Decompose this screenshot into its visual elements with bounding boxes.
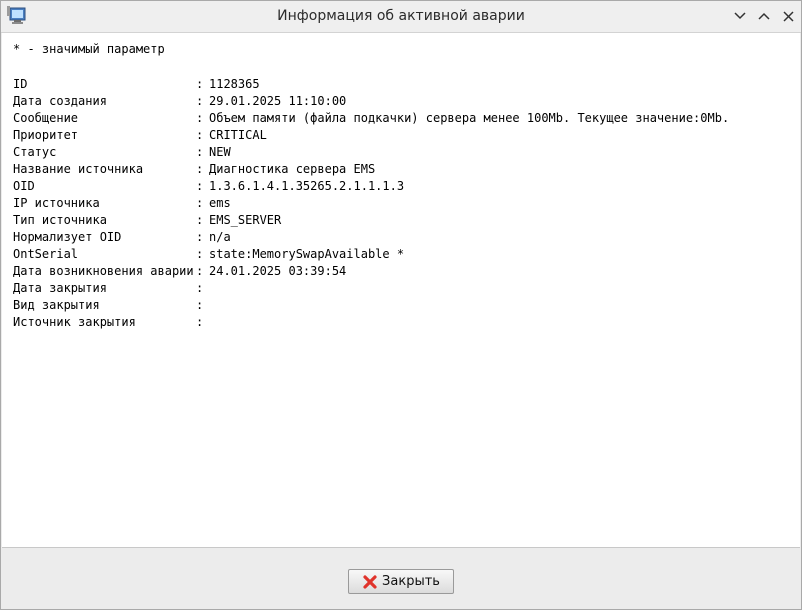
close-icon <box>782 10 794 22</box>
field-row: Статус: NEW <box>13 144 729 161</box>
field-label: Сообщение <box>13 111 79 125</box>
field-label: Источник закрытия <box>13 315 136 329</box>
field-separator: : <box>196 179 204 193</box>
field-value: state:MemorySwapAvailable * <box>209 247 405 261</box>
field-separator: : <box>196 213 204 227</box>
field-value: 1128365 <box>209 77 260 91</box>
field-separator: : <box>196 145 204 159</box>
alarm-info-dialog: Информация об активной аварии * - значим… <box>0 0 802 610</box>
field-label: Название источника <box>13 162 144 176</box>
field-row: Тип источника: EMS_SERVER <box>13 212 729 229</box>
field-separator: : <box>196 298 204 312</box>
field-value: EMS_SERVER <box>209 213 282 227</box>
dialog-footer: Закрыть <box>2 548 800 609</box>
field-value: NEW <box>209 145 231 159</box>
maximize-button[interactable] <box>754 6 774 26</box>
field-separator: : <box>196 77 204 91</box>
field-separator: : <box>196 196 204 210</box>
red-x-icon <box>363 574 377 589</box>
field-value: 24.01.2025 03:39:54 <box>209 264 347 278</box>
field-row: IP источника: ems <box>13 195 729 212</box>
close-button[interactable]: Закрыть <box>348 569 454 594</box>
field-value: Диагностика сервера EMS <box>209 162 376 176</box>
field-separator: : <box>196 111 204 125</box>
chevron-up-icon <box>758 12 770 20</box>
field-value: 1.3.6.1.4.1.35265.2.1.1.1.3 <box>209 179 405 193</box>
field-separator: : <box>196 281 204 295</box>
window-title: Информация об активной аварии <box>277 8 525 24</box>
field-label: Дата закрытия <box>13 281 107 295</box>
field-row: OntSerial: state:MemorySwapAvailable * <box>13 246 729 263</box>
field-row: Название источника: Диагностика сервера E… <box>13 161 729 178</box>
field-label: IP источника <box>13 196 100 210</box>
field-separator: : <box>196 315 204 329</box>
field-separator: : <box>196 230 204 244</box>
field-label: Статус <box>13 145 57 159</box>
minimize-button[interactable] <box>730 6 750 26</box>
field-row: Приоритет: CRITICAL <box>13 127 729 144</box>
close-window-button[interactable] <box>778 6 798 26</box>
alarm-details-panel: * - значимый параметр ID:1128365 Дата соз… <box>2 33 800 548</box>
field-row: Вид закрытия: <box>13 297 729 314</box>
chevron-down-icon <box>734 12 746 20</box>
field-label: Нормализует OID <box>13 230 122 244</box>
field-label: OID <box>13 179 35 193</box>
field-separator: : <box>196 128 204 142</box>
field-row: Дата создания:29.01.2025 11:10:00 <box>13 93 729 110</box>
field-row: Дата возникновения аварии:24.01.2025 03:… <box>13 263 729 280</box>
field-row: Нормализует OID: n/a <box>13 229 729 246</box>
significant-param-note: * - значимый параметр <box>13 42 165 56</box>
field-label: ID <box>13 77 28 91</box>
field-value: Объем памяти (файла подкачки) сервера ме… <box>209 111 730 125</box>
field-separator: : <box>196 94 204 108</box>
field-value: ems <box>209 196 231 210</box>
close-button-label: Закрыть <box>382 574 440 589</box>
title-bar[interactable]: Информация об активной аварии <box>1 1 801 33</box>
field-row: ID:1128365 <box>13 76 729 93</box>
field-label: Приоритет <box>13 128 79 142</box>
field-separator: : <box>196 162 204 176</box>
field-row: OID:1.3.6.1.4.1.35265.2.1.1.1.3 <box>13 178 729 195</box>
field-row: Дата закрытия: <box>13 280 729 297</box>
field-label: Вид закрытия <box>13 298 100 312</box>
field-label: Дата создания <box>13 94 107 108</box>
alarm-field-list: ID:1128365 Дата создания:29.01.2025 11:10… <box>13 76 729 331</box>
field-value: n/a <box>209 230 231 244</box>
field-value: 29.01.2025 11:10:00 <box>209 94 347 108</box>
field-label: Дата возникновения аварии <box>13 264 194 278</box>
field-separator: : <box>196 264 204 278</box>
field-separator: : <box>196 247 204 261</box>
field-row: Сообщение: Объем памяти (файла подкачки) … <box>13 110 729 127</box>
field-label: OntSerial <box>13 247 79 261</box>
field-row: Источник закрытия: <box>13 314 729 331</box>
field-value: CRITICAL <box>209 128 267 142</box>
field-label: Тип источника <box>13 213 107 227</box>
